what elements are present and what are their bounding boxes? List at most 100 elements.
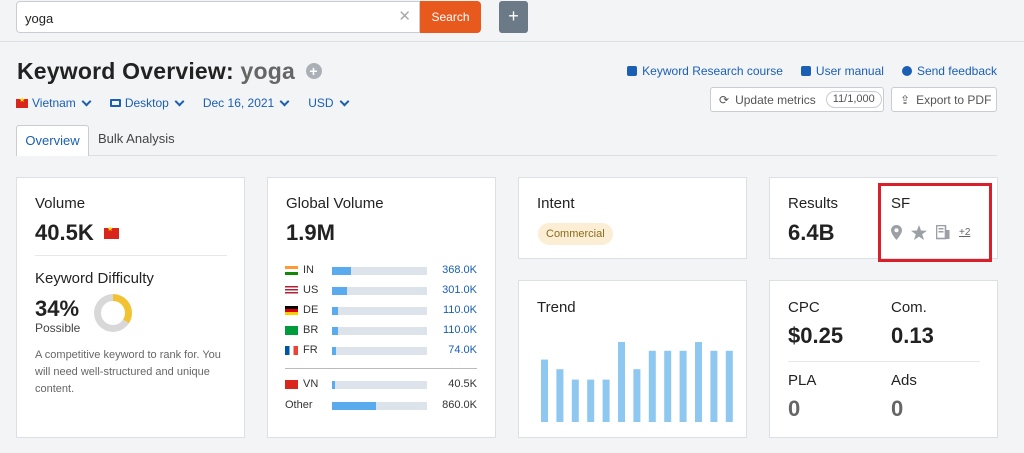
star-icon[interactable] — [911, 225, 927, 240]
chat-bubble-icon — [901, 66, 912, 76]
trend-bar — [556, 369, 564, 422]
country-row-in[interactable]: IN 368.0K — [285, 264, 477, 278]
add-keyword-icon[interactable]: + — [305, 63, 322, 79]
trend-bar — [695, 342, 702, 422]
chevron-down-icon — [279, 96, 290, 106]
country-filter[interactable]: Vietnam — [16, 96, 92, 110]
image-pack-icon[interactable] — [936, 225, 950, 240]
country-label: Vietnam — [32, 96, 76, 110]
export-icon: ⇪ — [900, 92, 911, 107]
country-row-vn[interactable]: VN 40.5K — [285, 378, 477, 392]
vietnam-flag-icon — [104, 225, 119, 239]
country-bar-fill — [332, 267, 351, 275]
country-code: VN — [303, 378, 319, 390]
title-keyword: yoga — [240, 58, 295, 84]
country-row-other[interactable]: Other 860.0K — [285, 399, 477, 413]
country-bar-fill — [332, 402, 376, 410]
course-link[interactable]: Keyword Research course — [627, 64, 783, 78]
country-value: 74.0K — [448, 344, 477, 356]
update-metrics-button[interactable]: ⟳ Update metrics 11/1,000 — [710, 87, 884, 112]
country-bar — [332, 381, 427, 389]
currency-filter[interactable]: USD — [308, 96, 350, 110]
country-value: 860.0K — [442, 399, 477, 411]
country-row-us[interactable]: US 301.0K — [285, 284, 477, 298]
vn-flag-icon — [285, 380, 298, 389]
tab-overview[interactable]: Overview — [16, 125, 89, 156]
export-label: Export to PDF — [916, 92, 992, 107]
filter-bar: Vietnam Desktop Dec 16, 2021 USD — [16, 96, 350, 110]
global-volume-value: 1.9M — [286, 220, 335, 245]
trend-bar — [710, 350, 718, 422]
add-button[interactable]: + — [499, 1, 528, 33]
com-value: 0.13 — [891, 323, 934, 348]
trend-bar — [618, 342, 625, 422]
desktop-icon — [109, 99, 121, 107]
cpc-card: CPC $0.25 Com. 0.13 PLA 0 Ads 0 — [769, 280, 998, 438]
location-pin-icon[interactable] — [891, 225, 902, 240]
country-bar-fill — [332, 307, 338, 315]
country-code: BR — [303, 324, 319, 336]
vietnam-flag-icon — [16, 96, 28, 108]
feedback-link[interactable]: Send feedback — [901, 64, 997, 78]
trend-bar — [541, 359, 548, 422]
de-flag-icon — [285, 306, 298, 315]
kd-donut-chart — [94, 294, 132, 332]
help-links: Keyword Research course User manual Send… — [627, 64, 997, 78]
book-icon — [800, 66, 811, 76]
results-value: 6.4B — [788, 220, 835, 245]
trend-bar — [679, 350, 687, 422]
tab-divider — [89, 155, 997, 156]
cpc-value: $0.25 — [788, 323, 844, 348]
trend-bar — [648, 350, 656, 422]
country-bar — [332, 327, 427, 335]
country-bar-fill — [332, 327, 338, 335]
trend-bar — [725, 350, 733, 422]
sf-more-link[interactable]: +2 — [959, 227, 970, 238]
com-title: Com. — [891, 299, 927, 316]
country-divider — [285, 368, 477, 369]
trend-title: Trend — [537, 299, 576, 316]
trend-bar — [602, 379, 610, 422]
feedback-link-label: Send feedback — [916, 64, 997, 78]
trend-chart — [541, 342, 733, 422]
country-value: 301.0K — [442, 284, 477, 296]
manual-link[interactable]: User manual — [800, 64, 884, 78]
kd-value: 34% — [35, 296, 80, 321]
intent-badge: Commercial — [538, 223, 613, 245]
tab-bulk-analysis[interactable]: Bulk Analysis — [98, 131, 175, 146]
kd-title: Keyword Difficulty — [35, 270, 154, 287]
country-code: IN — [303, 264, 314, 276]
trend-bar — [633, 369, 641, 422]
refresh-icon: ⟳ — [719, 92, 730, 107]
chevron-down-icon — [339, 96, 350, 106]
country-row-de[interactable]: DE 110.0K — [285, 304, 477, 318]
country-bar-fill — [332, 347, 336, 355]
country-value: 368.0K — [442, 264, 477, 276]
card-divider — [788, 361, 980, 362]
country-row-br[interactable]: BR 110.0K — [285, 324, 477, 338]
search-input[interactable] — [25, 8, 385, 28]
fr-flag-icon — [285, 346, 298, 355]
export-pdf-button[interactable]: ⇪ Export to PDF — [891, 87, 997, 112]
pla-value: 0 — [788, 396, 801, 421]
search-box[interactable]: ✕ — [16, 1, 420, 33]
clear-icon[interactable]: ✕ — [398, 8, 411, 26]
country-value: 40.5K — [448, 378, 477, 390]
manual-link-label: User manual — [815, 64, 884, 78]
results-title: Results — [788, 195, 839, 212]
volume-title: Volume — [35, 195, 86, 212]
country-value: 110.0K — [442, 324, 477, 336]
country-row-fr[interactable]: FR 74.0K — [285, 344, 477, 358]
date-label: Dec 16, 2021 — [202, 96, 275, 110]
country-value: 110.0K — [442, 304, 477, 316]
search-button[interactable]: Search — [420, 1, 481, 33]
chevron-down-icon — [81, 96, 92, 106]
date-filter[interactable]: Dec 16, 2021 — [202, 96, 290, 110]
device-filter[interactable]: Desktop — [109, 96, 185, 110]
cpc-title: CPC — [788, 299, 820, 316]
kd-label: Possible — [35, 321, 81, 335]
title-prefix: Keyword Overview: — [17, 58, 234, 84]
trend-bar — [664, 350, 672, 422]
kd-description: A competitive keyword to rank for. You w… — [35, 349, 221, 395]
country-code: DE — [303, 304, 319, 316]
